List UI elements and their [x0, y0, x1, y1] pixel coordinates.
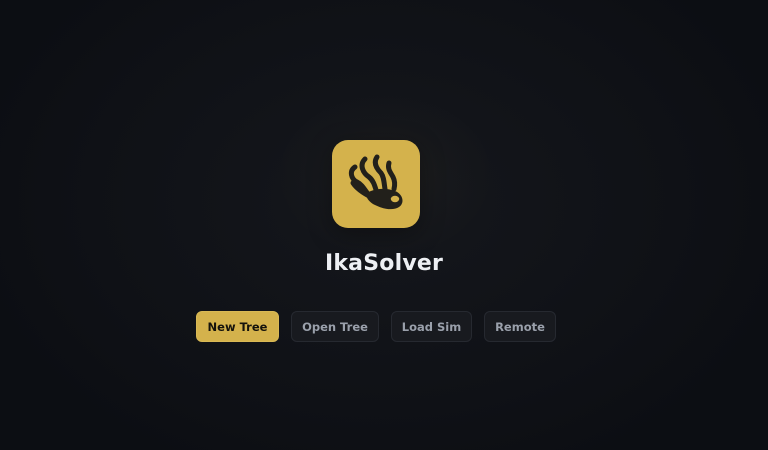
new-tree-button[interactable]: New Tree	[196, 311, 279, 342]
open-tree-button[interactable]: Open Tree	[291, 311, 379, 342]
remote-button[interactable]: Remote	[484, 311, 556, 342]
load-sim-button[interactable]: Load Sim	[391, 311, 472, 342]
app-logo	[332, 140, 420, 228]
squid-tentacles-icon	[348, 154, 403, 210]
app-title: IkaSolver	[324, 251, 444, 276]
action-bar: New Tree Open Tree Load Sim Remote	[196, 311, 556, 342]
